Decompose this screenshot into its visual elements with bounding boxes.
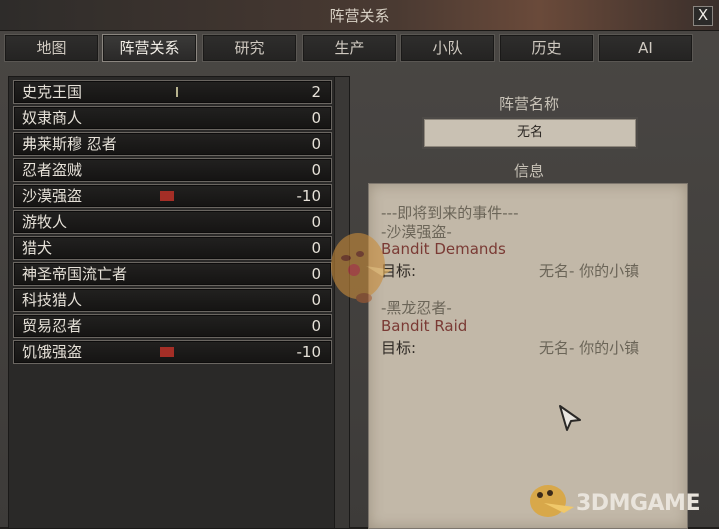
mouse-cursor-icon <box>559 405 581 431</box>
upcoming-events-header: ---即将到来的事件--- <box>381 204 519 222</box>
faction-row[interactable]: 饥饿强盗 -10 <box>13 340 332 364</box>
faction-name-field[interactable]: 无名 <box>422 117 638 149</box>
tab-ai[interactable]: AI <box>598 34 693 62</box>
relation-bar-negative <box>160 347 174 357</box>
faction-row[interactable]: 猎犬 0 <box>13 236 332 260</box>
tab-production[interactable]: 生产 <box>302 34 397 62</box>
relation-value: 0 <box>311 265 321 283</box>
relation-value: 0 <box>311 109 321 127</box>
faction-name: 弗莱斯穆 忍者 <box>22 135 117 153</box>
event-target-label: 目标: <box>381 339 417 357</box>
faction-row[interactable]: 科技猎人 0 <box>13 288 332 312</box>
info-label: 信息 <box>513 162 544 180</box>
watermark-logo-icon <box>530 485 574 517</box>
tab-map[interactable]: 地图 <box>4 34 99 62</box>
tab-faction-relations[interactable]: 阵营关系 <box>102 34 197 62</box>
faction-name: 饥饿强盗 <box>22 343 83 361</box>
faction-row[interactable]: 弗莱斯穆 忍者 0 <box>13 132 332 156</box>
relation-value: -10 <box>296 343 322 361</box>
relation-value: 0 <box>311 239 321 257</box>
faction-relations-window: 阵营关系 X 地图 阵营关系 研究 生产 小队 历史 AI 史克王国 2 奴隶商… <box>0 0 719 529</box>
watermark-mascot-icon <box>331 233 392 303</box>
faction-name: 神圣帝国流亡者 <box>22 265 128 283</box>
faction-name: 沙漠强盗 <box>22 187 83 205</box>
relation-bar-negative <box>160 191 174 201</box>
tab-bar: 地图 阵营关系 研究 生产 小队 历史 AI <box>4 34 715 62</box>
faction-row[interactable]: 游牧人 0 <box>13 210 332 234</box>
faction-row[interactable]: 贸易忍者 0 <box>13 314 332 338</box>
event-name: Bandit Demands <box>381 240 506 258</box>
title-bar: 阵营关系 X <box>0 0 719 31</box>
watermark-text: 3DMGAME <box>576 491 700 516</box>
faction-name: 史克王国 <box>22 83 83 101</box>
relation-value: 0 <box>311 161 321 179</box>
event-target-value: 无名- 你的小镇 <box>539 339 640 357</box>
relation-value: 0 <box>311 213 321 231</box>
tab-squad[interactable]: 小队 <box>400 34 495 62</box>
faction-name: 猎犬 <box>22 239 53 257</box>
window-title: 阵营关系 <box>329 7 390 25</box>
faction-name: 忍者盗贼 <box>22 161 83 179</box>
tab-research[interactable]: 研究 <box>202 34 297 62</box>
info-panel: ---即将到来的事件--- -沙漠强盗- Bandit Demands 目标: … <box>368 183 688 529</box>
faction-list-panel: 史克王国 2 奴隶商人 0 弗莱斯穆 忍者 0 忍者盗贼 0 沙漠强盗 -10 … <box>8 76 350 529</box>
faction-row[interactable]: 神圣帝国流亡者 0 <box>13 262 332 286</box>
faction-name: 游牧人 <box>22 213 68 231</box>
relation-value: 2 <box>311 83 321 101</box>
faction-row[interactable]: 史克王国 2 <box>13 80 332 104</box>
close-button[interactable]: X <box>693 6 713 26</box>
relation-value: -10 <box>296 187 322 205</box>
faction-name: 贸易忍者 <box>22 317 83 335</box>
relation-value: 0 <box>311 291 321 309</box>
faction-row[interactable]: 沙漠强盗 -10 <box>13 184 332 208</box>
tab-history[interactable]: 历史 <box>499 34 594 62</box>
event-target-value: 无名- 你的小镇 <box>539 262 640 280</box>
faction-row[interactable]: 忍者盗贼 0 <box>13 158 332 182</box>
relation-value: 0 <box>311 317 321 335</box>
event-name: Bandit Raid <box>381 317 468 335</box>
relation-value: 0 <box>311 135 321 153</box>
faction-row[interactable]: 奴隶商人 0 <box>13 106 332 130</box>
faction-name: 奴隶商人 <box>22 109 83 127</box>
faction-name: 科技猎人 <box>22 291 83 309</box>
relation-bar-positive <box>176 87 178 97</box>
faction-name-label: 阵营名称 <box>498 95 559 113</box>
